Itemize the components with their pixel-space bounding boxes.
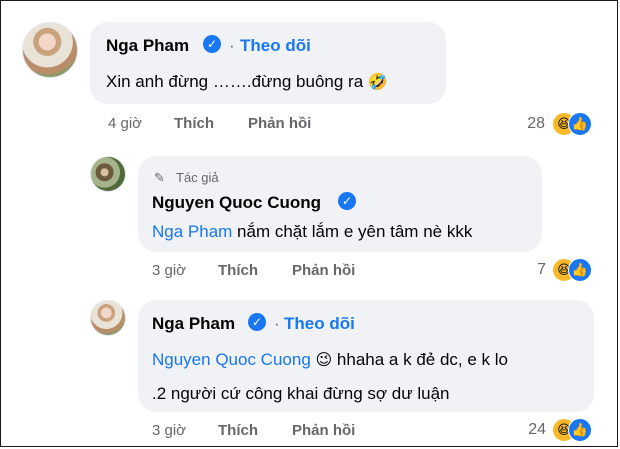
pencil-icon: ✎ — [154, 170, 165, 185]
reaction-icons[interactable]: 😆 👍 — [552, 418, 592, 442]
reply-button[interactable]: Phản hồi — [292, 422, 355, 439]
reaction-icons[interactable]: 😆 👍 — [552, 112, 592, 136]
avatar[interactable] — [22, 22, 78, 78]
author-name[interactable]: Nga Pham — [106, 36, 189, 56]
follow-button[interactable]: Theo dõi — [284, 314, 355, 334]
timestamp[interactable]: 3 giờ — [152, 262, 186, 279]
comment-text-body: nắm chặt lắm e yên tâm nè kkk — [232, 222, 473, 241]
comment-text-line-2: .2 người cứ công khai đừng sợ dư luận — [152, 384, 450, 403]
wink-emoji: 😉 — [315, 352, 333, 369]
separator: · — [274, 314, 280, 333]
separator: · — [229, 36, 235, 55]
reaction-icons[interactable]: 😆 👍 — [552, 258, 592, 282]
comment-text-line-1: Nguyen Quoc Cuong 😉 hhaha a k đẻ dc, e k… — [152, 350, 508, 370]
reply-button[interactable]: Phản hồi — [248, 115, 311, 132]
like-reaction-icon: 👍 — [568, 112, 592, 136]
reply-button[interactable]: Phản hồi — [292, 262, 355, 279]
comment-text-body: hhaha a k đẻ dc, e k lo — [332, 350, 508, 369]
follow-button[interactable]: Theo dõi — [240, 36, 311, 56]
author-badge: Tác giả — [176, 170, 219, 185]
comment-text: Nga Pham nắm chặt lắm e yên tâm nè kkk — [152, 222, 472, 242]
like-reaction-icon: 👍 — [568, 258, 592, 282]
like-button[interactable]: Thích — [218, 262, 258, 279]
reaction-count[interactable]: 24 — [514, 421, 546, 439]
mention-link[interactable]: Nga Pham — [152, 222, 232, 241]
comment-text: Xin anh đừng …….đừng buông ra 🤣 — [106, 72, 388, 92]
rofl-emoji: 🤣 — [367, 74, 388, 91]
author-name[interactable]: Nguyen Quoc Cuong — [152, 193, 321, 213]
verified-badge-icon: ✓ — [338, 192, 356, 210]
reaction-count[interactable]: 7 — [522, 261, 546, 279]
like-button[interactable]: Thích — [174, 115, 214, 132]
avatar[interactable] — [90, 156, 126, 192]
mention-link[interactable]: Nguyen Quoc Cuong — [152, 350, 311, 369]
verified-badge-icon: ✓ — [248, 313, 266, 331]
comment-text-body: Xin anh đừng …….đừng buông ra — [106, 72, 364, 91]
like-button[interactable]: Thích — [218, 422, 258, 439]
timestamp[interactable]: 4 giờ — [108, 115, 142, 132]
timestamp[interactable]: 3 giờ — [152, 422, 186, 439]
author-name[interactable]: Nga Pham — [152, 314, 235, 334]
verified-badge-icon: ✓ — [203, 35, 221, 53]
reaction-count[interactable]: 28 — [515, 115, 545, 133]
avatar[interactable] — [90, 300, 126, 336]
like-reaction-icon: 👍 — [568, 418, 592, 442]
